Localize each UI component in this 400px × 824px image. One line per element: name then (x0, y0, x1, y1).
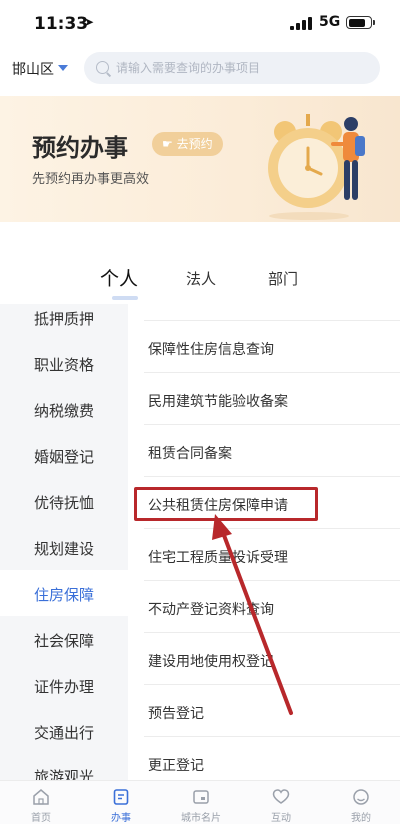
battery-icon (346, 16, 372, 29)
service-list: 保障性住房信息查询 民用建筑节能验收备案 租赁合同备案 公共租赁住房保障申请 住… (128, 304, 400, 780)
list-item[interactable]: 更正登记 (148, 755, 204, 775)
banner-subtitle: 先预约再办事更高效 (32, 172, 150, 187)
search-input[interactable] (116, 52, 371, 84)
list-divider (144, 372, 400, 373)
nav-home[interactable]: 首页 (6, 781, 76, 824)
active-tab-indicator (112, 296, 138, 300)
nav-home-label: 首页 (31, 813, 51, 824)
nav-mine-label: 我的 (351, 813, 371, 824)
list-divider (144, 684, 400, 685)
sidebar-item-marriage[interactable]: 婚姻登记 (34, 446, 94, 467)
list-divider (144, 476, 400, 477)
highlight-box (134, 487, 318, 521)
list-item[interactable]: 不动产登记资料查询 (148, 599, 274, 619)
bottom-tab-bar: 首页 办事 城市名片 互动 我的 (0, 780, 400, 824)
list-item[interactable]: 预告登记 (148, 703, 204, 723)
status-bar: 11:33 ➤ 5G (0, 0, 400, 44)
user-icon (353, 789, 369, 805)
sidebar-item-pension[interactable]: 优待抚恤 (34, 492, 94, 513)
alarm-clock-illustration (268, 114, 365, 220)
search-row: 邯山区 (0, 50, 400, 86)
nav-services[interactable]: 办事 (86, 781, 156, 824)
tab-legal-person[interactable]: 法人 (186, 268, 216, 289)
tab-personal[interactable]: 个人 (100, 264, 138, 291)
appointment-banner[interactable]: 预约办事 ☛ 去预约 先预约再办事更高效 (0, 96, 400, 222)
list-divider (144, 320, 400, 321)
battery-cap (373, 20, 375, 25)
list-item[interactable]: 建设用地使用权登记 (148, 651, 274, 671)
status-time: 11:33 (34, 14, 89, 34)
city-card-icon (193, 790, 209, 804)
chevron-down-icon[interactable] (58, 65, 68, 71)
list-item[interactable]: 民用建筑节能验收备案 (148, 391, 288, 411)
location-arrow-icon: ➤ (84, 15, 95, 29)
sidebar-item-social-security[interactable]: 社会保障 (34, 630, 94, 651)
nav-services-label: 办事 (111, 813, 131, 824)
sidebar-item-qualification[interactable]: 职业资格 (34, 354, 94, 375)
sidebar-item-mortgage[interactable]: 抵押质押 (34, 308, 94, 329)
tab-department[interactable]: 部门 (268, 268, 298, 289)
district-selector[interactable]: 邯山区 (12, 59, 54, 79)
book-appointment-label: 去预约 (176, 137, 213, 151)
sidebar-item-planning[interactable]: 规划建设 (34, 538, 94, 559)
banner-title: 预约办事 (32, 134, 128, 162)
sidebar-item-transport[interactable]: 交通出行 (34, 722, 94, 743)
nav-mine[interactable]: 我的 (326, 781, 396, 824)
list-item[interactable]: 住宅工程质量投诉受理 (148, 547, 288, 567)
nav-interaction[interactable]: 互动 (246, 781, 316, 824)
heart-icon (272, 789, 290, 804)
sidebar-item-tax[interactable]: 纳税缴费 (34, 400, 94, 421)
nav-city-card[interactable]: 城市名片 (166, 781, 236, 824)
book-appointment-button[interactable]: ☛ 去预约 (152, 132, 223, 156)
category-tabs: 个人 法人 部门 (0, 262, 400, 308)
sidebar-item-tourism[interactable]: 旅游观光 (34, 766, 94, 780)
document-icon (113, 789, 129, 805)
list-divider (144, 528, 400, 529)
list-divider (144, 424, 400, 425)
list-divider (144, 632, 400, 633)
search-icon (96, 61, 109, 74)
network-type: 5G (319, 14, 341, 30)
list-item[interactable]: 保障性住房信息查询 (148, 339, 274, 359)
home-icon (33, 789, 49, 805)
search-bar[interactable] (84, 52, 380, 84)
sidebar-item-certificates[interactable]: 证件办理 (34, 676, 94, 697)
category-sidebar[interactable]: 抵押质押 职业资格 纳税缴费 婚姻登记 优待抚恤 规划建设 住房保障 社会保障 … (0, 304, 128, 780)
nav-city-card-label: 城市名片 (181, 813, 221, 824)
list-item[interactable]: 租赁合同备案 (148, 443, 232, 463)
signal-icon (290, 17, 312, 30)
list-divider (144, 580, 400, 581)
list-divider (144, 736, 400, 737)
nav-interaction-label: 互动 (271, 813, 291, 824)
sidebar-item-housing[interactable]: 住房保障 (34, 584, 94, 605)
